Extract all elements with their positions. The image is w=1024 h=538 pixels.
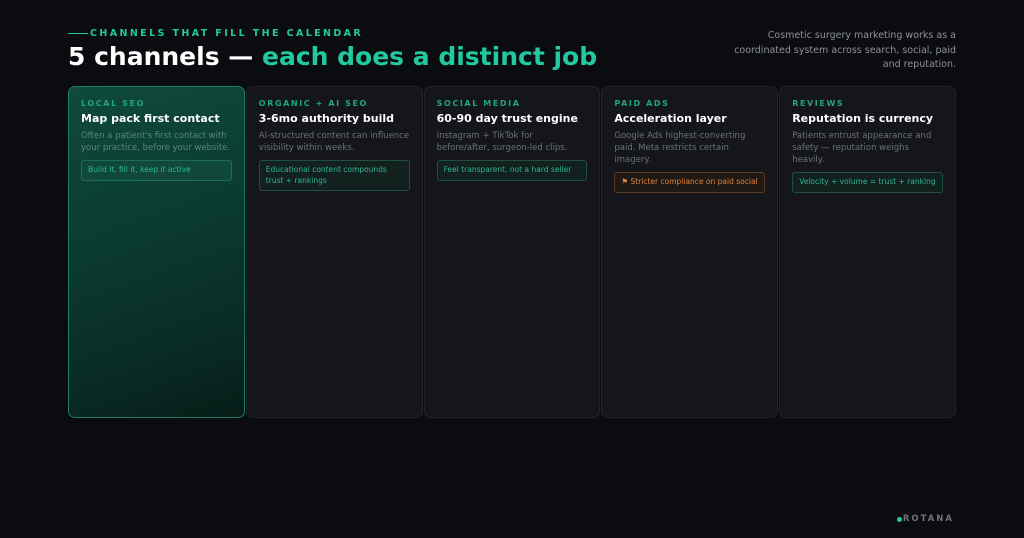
brand-logo: ROTANA [896, 514, 954, 524]
card-eyebrow: SOCIAL MEDIA [436, 99, 521, 108]
card-eyebrow: LOCAL SEO [81, 99, 145, 108]
card-description: Instagram + TikTok for before/after, sur… [436, 131, 568, 153]
page-title: 5 channels — each does a distinct job [68, 42, 597, 71]
channel-card-organic-ai-seo: ORGANIC + AI SEO 3-6mo authority build A… [245, 86, 423, 418]
logo-dot-icon [896, 516, 902, 522]
intro-text: Cosmetic surgery marketing works as a co… [734, 30, 956, 70]
channel-card-local-seo: LOCAL SEO Map pack first contact Often a… [68, 86, 245, 418]
card-tag: Feel transparent, not a hard seller [436, 160, 588, 181]
card-title: 60-90 day trust engine [436, 112, 578, 125]
card-title: Map pack first contact [81, 112, 220, 125]
card-title: Reputation is currency [792, 112, 934, 125]
title-accent: each does a distinct job [262, 42, 598, 71]
card-description: AI-structured content can influence visi… [258, 131, 410, 153]
logo-text: ROTANA [902, 514, 954, 524]
card-description: Patients entrust appearance and safety —… [792, 131, 932, 165]
card-description: Google Ads highest-converting paid. Meta… [614, 131, 746, 165]
card-title: 3-6mo authority build [258, 112, 394, 125]
eyebrow-rule [68, 33, 88, 34]
card-tag: Educational content compounds trust + ra… [258, 160, 410, 191]
card-eyebrow: PAID ADS [614, 99, 670, 108]
channel-card-paid-ads: PAID ADS Acceleration layer Google Ads h… [601, 86, 779, 418]
card-tag: Velocity + volume = trust + ranking [792, 172, 943, 193]
channel-card-social-media: SOCIAL MEDIA 60-90 day trust engine Inst… [423, 86, 601, 418]
title-main: 5 channels — [68, 42, 262, 71]
card-eyebrow: ORGANIC + AI SEO [258, 99, 368, 108]
channel-card-reviews: REVIEWS Reputation is currency Patients … [779, 86, 956, 418]
eyebrow-label: CHANNELS THAT FILL THE CALENDAR [90, 28, 364, 39]
card-eyebrow: REVIEWS [792, 99, 845, 108]
card-tag: Build it, fill it, keep it active [81, 160, 232, 181]
section-eyebrow: CHANNELS THAT FILL THE CALENDAR [68, 28, 363, 39]
card-description: Often a patient's first contact with you… [81, 131, 231, 153]
card-tag-warning: ⚑ Stricter compliance on paid social [614, 172, 766, 193]
card-title: Acceleration layer [614, 112, 727, 125]
slide: CHANNELS THAT FILL THE CALENDAR 5 channe… [0, 0, 1024, 538]
channel-cards: LOCAL SEO Map pack first contact Often a… [68, 86, 956, 418]
